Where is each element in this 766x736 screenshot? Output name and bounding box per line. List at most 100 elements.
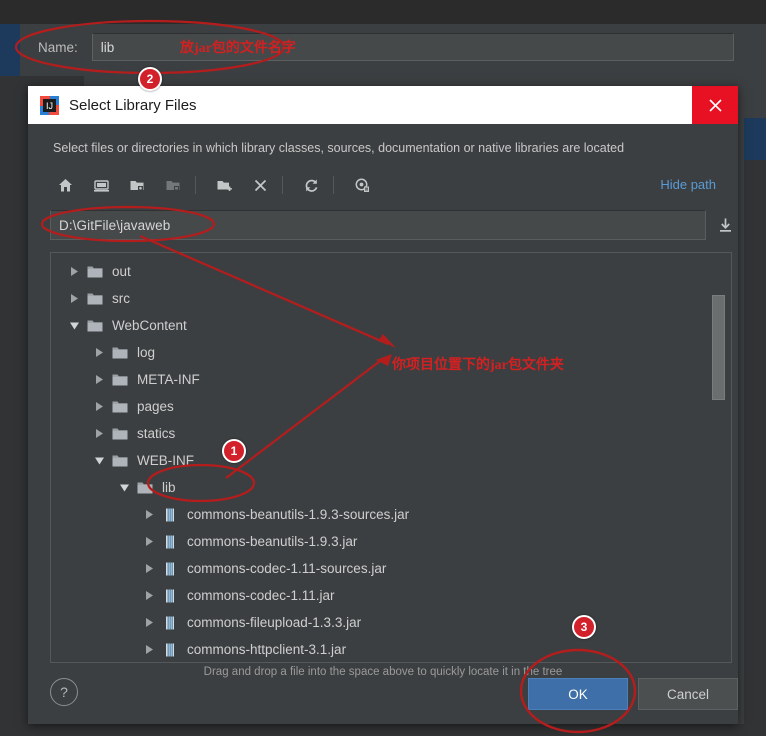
jar-file-icon [162,616,178,630]
select-library-files-dialog: IJ Select Library Files Select files or … [28,86,738,724]
folder-icon [112,373,128,387]
path-row: D:\GitFile\javaweb [50,210,738,240]
tree-row-label: WebContent [112,318,187,333]
chevron-right-icon[interactable] [94,374,105,385]
folder-icon [87,319,103,333]
folder-icon [112,454,128,468]
file-tree-panel[interactable]: out src WebContent log META-INF pages statics W… [50,252,732,663]
tree-row-label: out [112,264,131,279]
tree-row[interactable]: WEB-INF [51,447,711,474]
hide-path-link[interactable]: Hide path [660,177,716,192]
toolbar-separator [195,176,196,194]
chevron-right-icon[interactable] [144,590,155,601]
tree-row[interactable]: pages [51,393,711,420]
tree-row[interactable]: commons-codec-1.11.jar [51,582,711,609]
ide-left-accent [0,24,20,76]
tree-row[interactable]: commons-beanutils-1.9.3.jar [51,528,711,555]
tree-row[interactable]: commons-beanutils-1.9.3-sources.jar [51,501,711,528]
dialog-button-row: ? OK Cancel [28,678,738,710]
tree-row-label: commons-fileupload-1.3.3.jar [187,615,362,630]
name-input-value: lib [100,39,115,55]
ide-right-accent [744,118,766,160]
dialog-title-bar: IJ Select Library Files [28,86,738,124]
download-icon[interactable] [712,211,738,239]
chevron-right-icon[interactable] [144,644,155,655]
tree-row-label: META-INF [137,372,200,387]
tree-row-label: commons-codec-1.11-sources.jar [187,561,387,576]
tree-row[interactable]: commons-fileupload-1.3.3.jar [51,609,711,636]
toolbar-separator [282,176,283,194]
help-button[interactable]: ? [50,678,78,706]
file-chooser-toolbar: Hide path [28,166,738,204]
tree-row-label: commons-beanutils-1.9.3-sources.jar [187,507,410,522]
tree-row[interactable]: WebContent [51,312,711,339]
refresh-icon[interactable] [296,172,326,198]
folder-icon [112,427,128,441]
tree-row[interactable]: out [51,258,711,285]
chevron-down-icon[interactable] [69,320,80,331]
tree-row[interactable]: log [51,339,711,366]
home-icon[interactable] [50,172,80,198]
desktop-icon[interactable] [86,172,116,198]
chevron-right-icon[interactable] [94,428,105,439]
cancel-button[interactable]: Cancel [638,678,738,710]
tree-scrollbar-track[interactable] [712,255,728,660]
chevron-right-icon[interactable] [69,266,80,277]
chevron-right-icon[interactable] [144,509,155,520]
tree-row[interactable]: statics [51,420,711,447]
tree-row-label: commons-httpclient-3.1.jar [187,642,347,657]
jar-file-icon [162,643,178,657]
path-input[interactable]: D:\GitFile\javaweb [50,210,707,240]
show-hidden-icon[interactable] [347,172,377,198]
chevron-right-icon[interactable] [94,401,105,412]
chevron-down-icon[interactable] [94,455,105,466]
svg-text:IJ: IJ [46,101,53,111]
ide-right-panel [744,160,766,736]
folder-icon [112,400,128,414]
tree-row-label: WEB-INF [137,453,194,468]
tree-row-label: lib [162,480,176,495]
path-input-value: D:\GitFile\javaweb [59,217,171,233]
jar-file-icon [162,508,178,522]
chevron-right-icon[interactable] [94,347,105,358]
delete-icon[interactable] [245,172,275,198]
folder-icon [112,346,128,360]
tree-row[interactable]: META-INF [51,366,711,393]
drag-drop-hint: Drag and drop a file into the space abov… [203,666,563,678]
chevron-right-icon[interactable] [144,617,155,628]
ide-bottom-strip [84,724,766,736]
folder-icon [87,265,103,279]
dialog-description: Select files or directories in which lib… [53,141,625,155]
name-row: Name: lib [20,30,766,64]
chevron-down-icon[interactable] [119,482,130,493]
project-folder-icon[interactable] [122,172,152,198]
folder-icon [87,292,103,306]
folder-icon [137,481,153,495]
chevron-right-icon[interactable] [144,536,155,547]
tree-scrollbar-thumb[interactable] [712,295,725,400]
jar-file-icon [162,535,178,549]
chevron-right-icon[interactable] [144,563,155,574]
file-tree: out src WebContent log META-INF pages statics W… [51,258,711,662]
name-input[interactable]: lib [91,33,734,61]
module-folder-icon [158,172,188,198]
tree-row[interactable]: lib [51,474,711,501]
jar-file-icon [162,562,178,576]
dialog-title: Select Library Files [69,96,197,114]
tree-row-label: src [112,291,130,306]
ok-button[interactable]: OK [528,678,628,710]
tree-row[interactable]: src [51,285,711,312]
tree-row-label: commons-beanutils-1.9.3.jar [187,534,358,549]
tree-row[interactable]: commons-httpclient-3.1.jar [51,636,711,662]
jar-file-icon [162,589,178,603]
new-folder-icon[interactable] [209,172,239,198]
tree-row-label: log [137,345,156,360]
tree-row-label: pages [137,399,174,414]
chevron-right-icon[interactable] [69,293,80,304]
name-label: Name: [38,39,78,55]
tree-row-label: statics [137,426,176,441]
close-icon[interactable] [692,86,738,124]
tree-row[interactable]: commons-codec-1.11-sources.jar [51,555,711,582]
tree-row-label: commons-codec-1.11.jar [187,588,335,603]
intellij-idea-icon: IJ [40,95,59,115]
